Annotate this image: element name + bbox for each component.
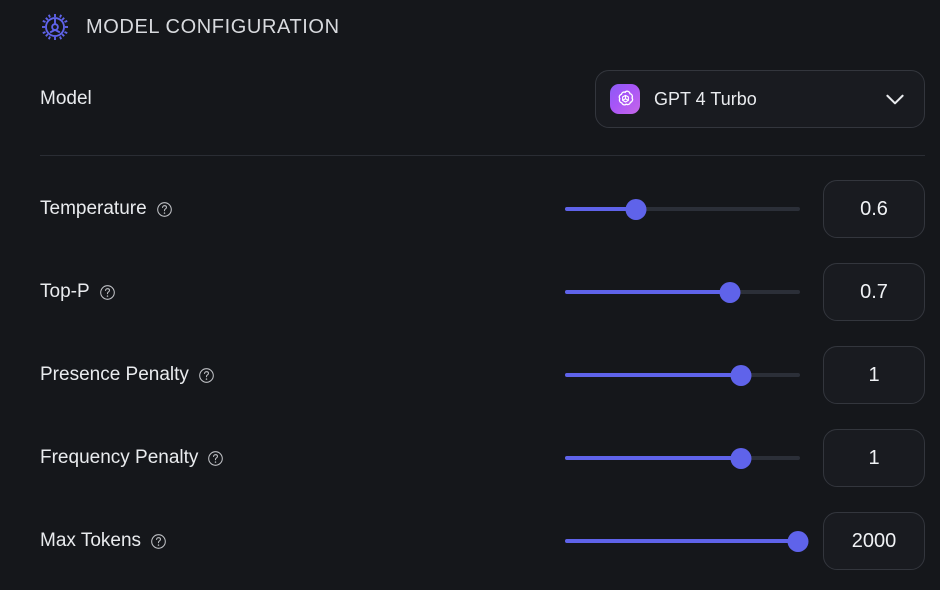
slider-fill-max-tokens <box>565 539 798 543</box>
slider-thumb-max-tokens[interactable] <box>787 530 809 552</box>
param-row-top-p: Top-P 0.7 <box>40 263 925 321</box>
section-divider <box>40 155 925 156</box>
value-text-temperature: 0.6 <box>860 197 888 220</box>
slider-thumb-temperature[interactable] <box>625 198 646 220</box>
slider-fill-presence-penalty <box>565 373 742 377</box>
value-text-top-p: 0.7 <box>860 280 888 303</box>
param-row-max-tokens: Max Tokens 2000 <box>40 512 925 570</box>
slider-thumb-presence-penalty[interactable] <box>730 364 752 386</box>
model-dropdown[interactable]: GPT 4 Turbo <box>595 70 925 128</box>
value-box-max-tokens[interactable]: 2000 <box>823 512 925 570</box>
help-circle-icon[interactable] <box>99 284 116 301</box>
param-label-max-tokens: Max Tokens <box>40 530 167 552</box>
slider-thumb-frequency-penalty[interactable] <box>730 447 752 469</box>
value-box-temperature[interactable]: 0.6 <box>823 180 925 238</box>
param-label-temperature: Temperature <box>40 198 173 220</box>
slider-max-tokens[interactable] <box>565 529 809 553</box>
panel-header: MODEL CONFIGURATION <box>40 10 340 44</box>
param-label-text-max-tokens: Max Tokens <box>40 530 142 551</box>
value-text-presence-penalty: 1 <box>868 363 880 386</box>
slider-frequency-penalty[interactable] <box>565 446 800 470</box>
model-label: Model <box>40 88 92 109</box>
param-label-text-presence-penalty: Presence Penalty <box>40 364 189 385</box>
param-row-temperature: Temperature 0.6 <box>40 180 925 238</box>
value-box-top-p[interactable]: 0.7 <box>823 263 925 321</box>
param-label-text-temperature: Temperature <box>40 198 147 219</box>
page-title: MODEL CONFIGURATION <box>86 15 340 38</box>
help-circle-icon[interactable] <box>150 533 167 550</box>
param-row-frequency-penalty: Frequency Penalty 1 <box>40 429 925 487</box>
openai-logo-icon <box>610 84 640 114</box>
model-row: Model GPT 4 Turbo <box>40 70 925 128</box>
gear-icon <box>42 14 68 40</box>
value-box-frequency-penalty[interactable]: 1 <box>823 429 925 487</box>
slider-presence-penalty[interactable] <box>565 363 800 387</box>
param-row-presence-penalty: Presence Penalty 1 <box>40 346 925 404</box>
model-selected-value: GPT 4 Turbo <box>654 88 757 109</box>
model-configuration-panel: MODEL CONFIGURATION Model GPT 4 Turbo Te… <box>0 0 940 590</box>
chevron-down-icon[interactable] <box>882 86 908 112</box>
param-label-text-frequency-penalty: Frequency Penalty <box>40 447 199 468</box>
slider-fill-frequency-penalty <box>565 456 742 460</box>
param-label-presence-penalty: Presence Penalty <box>40 364 215 386</box>
value-box-presence-penalty[interactable]: 1 <box>823 346 925 404</box>
param-label-text-top-p: Top-P <box>40 281 90 302</box>
slider-top-p[interactable] <box>565 280 800 304</box>
help-circle-icon[interactable] <box>156 201 173 218</box>
help-circle-icon[interactable] <box>198 367 215 384</box>
slider-temperature[interactable] <box>565 197 800 221</box>
param-label-frequency-penalty: Frequency Penalty <box>40 447 224 469</box>
slider-fill-top-p <box>565 290 730 294</box>
value-text-max-tokens: 2000 <box>851 529 897 552</box>
slider-thumb-top-p[interactable] <box>719 281 740 303</box>
help-circle-icon[interactable] <box>207 450 224 467</box>
value-text-frequency-penalty: 1 <box>868 446 880 469</box>
param-label-top-p: Top-P <box>40 281 116 303</box>
